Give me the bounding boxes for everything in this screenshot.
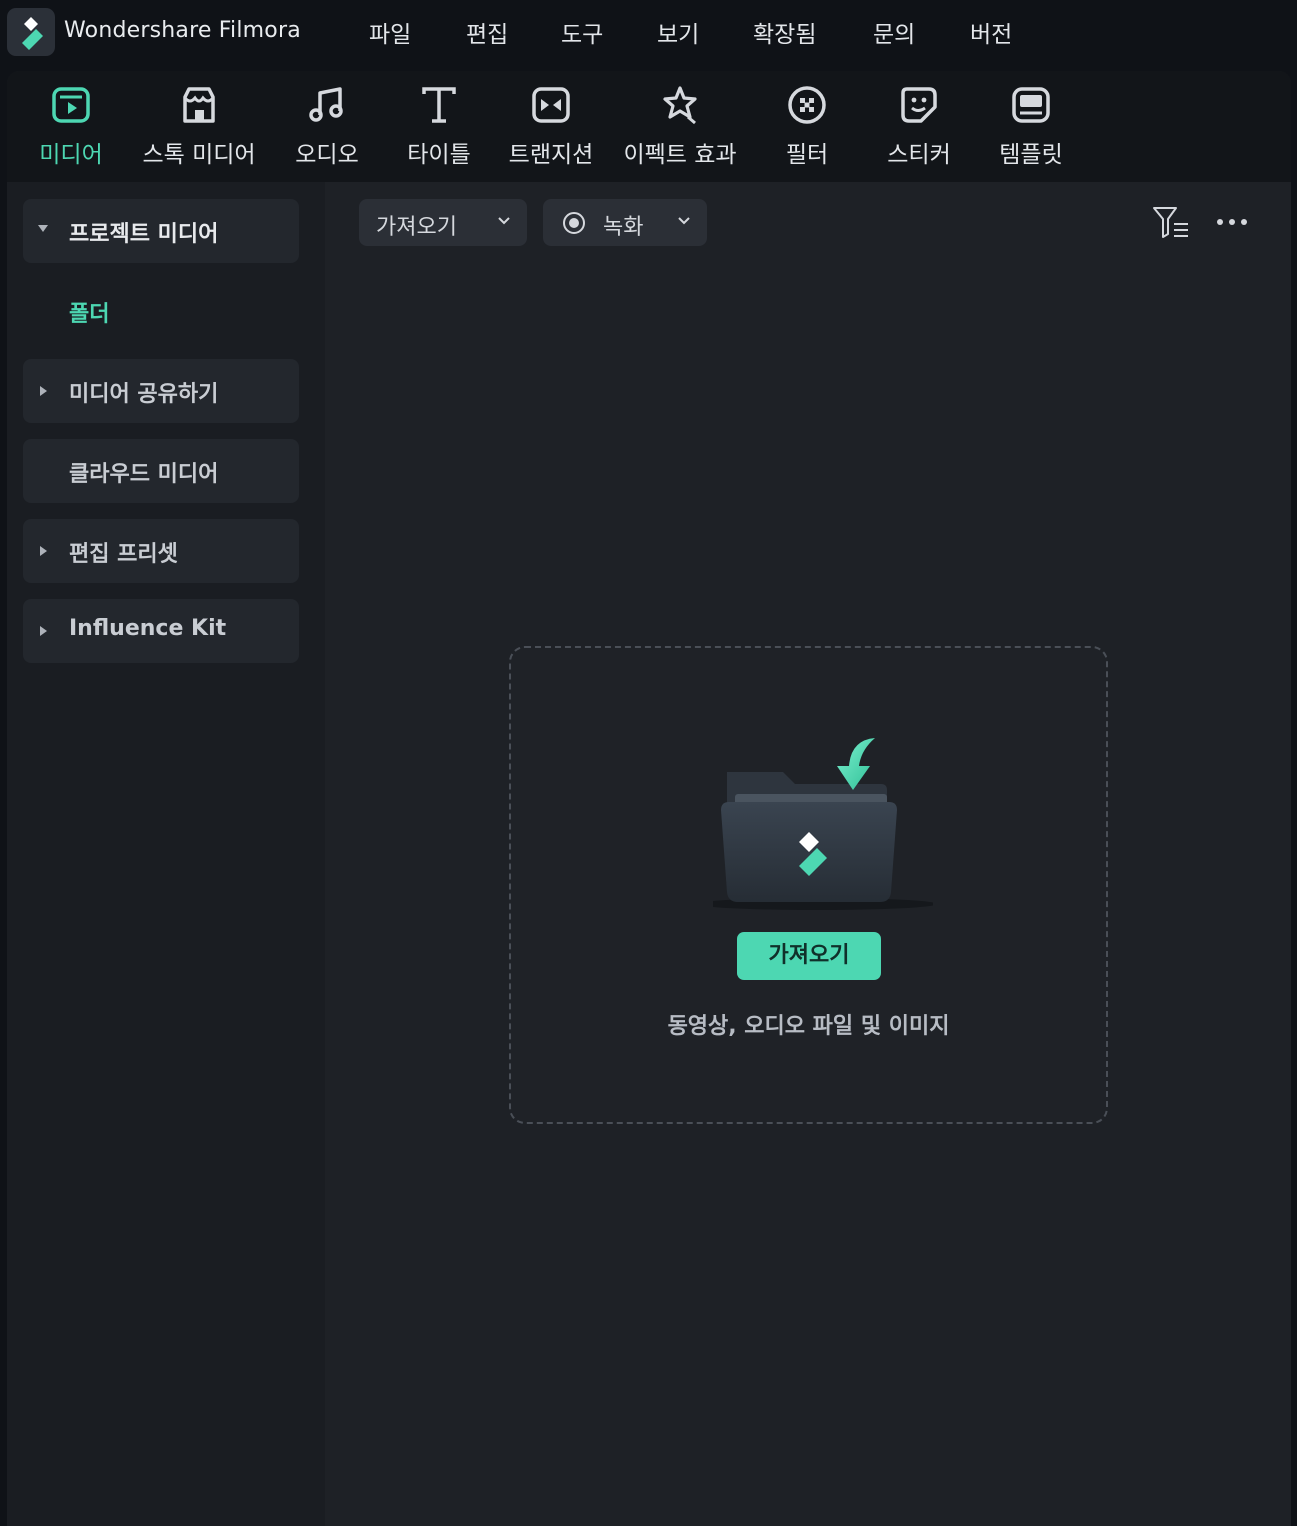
menu-version[interactable]: 버전: [970, 15, 1012, 49]
tab-filters-label: 필터: [785, 142, 829, 168]
import-hint-text: 동영상, 오디오 파일 및 이미지: [667, 1014, 950, 1039]
import-media-button[interactable]: 가져오기: [737, 932, 881, 980]
filmora-logo-icon[interactable]: [7, 8, 55, 56]
tab-stickers-label: 스티커: [887, 142, 951, 168]
sidebar-item-edit-presets[interactable]: 편집 프리셋: [23, 519, 299, 583]
tab-titles[interactable]: 타이틀: [401, 83, 477, 169]
media-icon: [52, 87, 90, 123]
sidebar-item-label: 미디어 공유하기: [69, 382, 219, 407]
tab-transitions[interactable]: 트랜지션: [501, 83, 601, 169]
sidebar-item-cloud-media[interactable]: 클라우드 미디어: [23, 439, 299, 503]
menu-extensions[interactable]: 확장됨: [753, 15, 816, 49]
tab-media-label: 미디어: [39, 142, 103, 168]
chevron-down-icon: [678, 217, 690, 225]
tab-filters[interactable]: 필터: [769, 83, 845, 169]
sidebar-item-shared-media[interactable]: 미디어 공유하기: [23, 359, 299, 423]
media-library: 가져오기 녹화 가져오기 동영상, 오디오 파일 및 이미지: [325, 182, 1291, 1526]
title-bar: Wondershare Filmora 파일 편집 도구 보기 확장됨 문의 버…: [0, 0, 1297, 64]
app-title: Wondershare Filmora: [64, 18, 301, 43]
import-dropzone[interactable]: 가져오기 동영상, 오디오 파일 및 이미지: [509, 646, 1108, 1124]
menu-file[interactable]: 파일: [369, 15, 411, 49]
sidebar-item-label: 프로젝트 미디어: [69, 222, 219, 247]
import-dropdown-label: 가져오기: [376, 215, 457, 240]
filter-icon: [788, 86, 826, 124]
tab-effects[interactable]: 이펙트 효과: [615, 83, 745, 169]
more-dots-icon[interactable]: [1215, 212, 1249, 232]
caret-right-icon[interactable]: [40, 626, 47, 636]
stock-store-icon: [183, 87, 215, 123]
template-icon: [1012, 87, 1050, 123]
tab-stock-media-label: 스톡 미디어: [142, 142, 256, 168]
menu-view[interactable]: 보기: [657, 15, 699, 49]
import-dropdown[interactable]: 가져오기: [359, 199, 527, 246]
category-tabs: 미디어 스톡 미디어 오디오 타이틀 트랜지션 이펙트 효과 필터 스티커 템플…: [7, 71, 1291, 182]
tab-audio-label: 오디오: [295, 142, 359, 168]
tab-templates[interactable]: 템플릿: [993, 83, 1069, 169]
menu-edit[interactable]: 편집: [466, 15, 508, 49]
transition-icon: [532, 87, 570, 123]
sidebar-item-folder[interactable]: 폴더: [69, 296, 109, 328]
media-panel: 미디어 스톡 미디어 오디오 타이틀 트랜지션 이펙트 효과 필터 스티커 템플…: [7, 71, 1291, 1526]
record-dropdown[interactable]: 녹화: [543, 199, 707, 246]
caret-right-icon[interactable]: [40, 386, 47, 396]
sidebar-item-label: Influence Kit: [69, 616, 227, 641]
import-folder-icon: [713, 738, 933, 910]
media-sidebar: 프로젝트 미디어 폴더 미디어 공유하기 클라우드 미디어 편집 프리셋 Inf…: [7, 182, 325, 1526]
tab-audio[interactable]: 오디오: [289, 83, 365, 169]
tab-templates-label: 템플릿: [999, 142, 1063, 168]
menu-help[interactable]: 문의: [873, 15, 915, 49]
tab-transitions-label: 트랜지션: [508, 142, 594, 168]
tab-media[interactable]: 미디어: [33, 83, 109, 169]
record-dropdown-label: 녹화: [603, 215, 644, 240]
record-icon: [563, 212, 585, 234]
effects-star-icon: [663, 86, 697, 125]
sidebar-item-influence-kit[interactable]: Influence Kit: [23, 599, 299, 663]
sidebar-item-label: 편집 프리셋: [69, 542, 178, 567]
sticker-icon: [901, 87, 937, 123]
menu-tools[interactable]: 도구: [561, 15, 603, 49]
music-note-icon: [309, 87, 343, 122]
tab-titles-label: 타이틀: [407, 142, 471, 168]
caret-right-icon[interactable]: [40, 546, 47, 556]
sidebar-item-label: 클라우드 미디어: [69, 462, 219, 487]
chevron-down-icon: [498, 217, 510, 225]
sidebar-item-project-media[interactable]: 프로젝트 미디어: [23, 199, 299, 263]
tab-stock-media[interactable]: 스톡 미디어: [133, 83, 265, 169]
title-t-icon: [422, 87, 456, 123]
tab-effects-label: 이펙트 효과: [623, 142, 737, 168]
tab-stickers[interactable]: 스티커: [879, 83, 959, 169]
caret-down-icon[interactable]: [38, 225, 48, 232]
filter-sort-icon[interactable]: [1151, 205, 1191, 241]
